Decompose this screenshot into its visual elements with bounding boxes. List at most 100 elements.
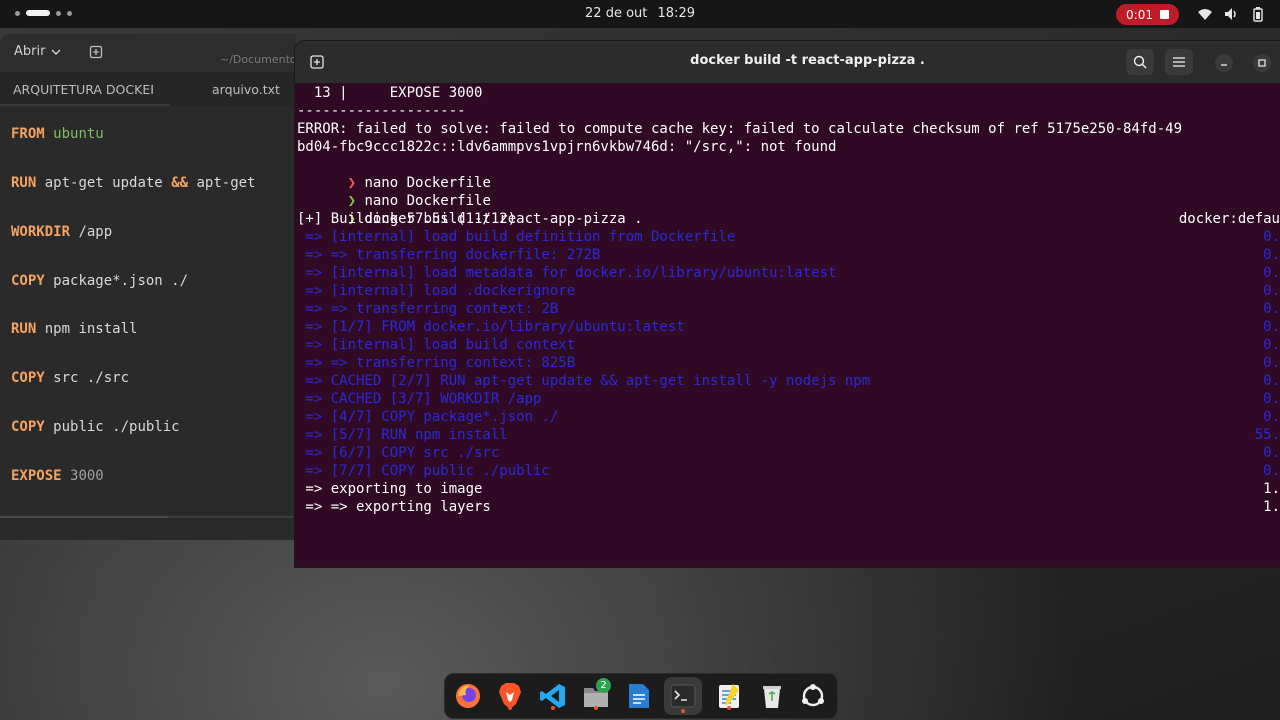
dock-brave[interactable] (494, 680, 526, 712)
build-step: => => transferring dockerfile: 272B (297, 247, 601, 263)
screen-recording-indicator[interactable]: 0:01 (1116, 4, 1179, 25)
stop-recording-icon[interactable] (1159, 10, 1169, 19)
code-line: WORKDIR /app (11, 224, 112, 240)
build-step: => [internal] load metadata for docker.i… (297, 265, 837, 281)
build-step-time: 0. (1263, 337, 1280, 353)
show-apps-icon (802, 684, 824, 707)
scrollbar-thumb[interactable] (0, 516, 168, 518)
running-indicator (681, 709, 685, 713)
menu-button[interactable] (1165, 49, 1193, 75)
dock (444, 673, 838, 719)
dockerfile-arg: src ./src (53, 370, 130, 386)
dockerfile-keyword: COPY (11, 370, 45, 386)
build-step: => [5/7] RUN npm install (297, 427, 508, 443)
dock-show-apps[interactable] (797, 680, 829, 712)
volume-icon[interactable] (1223, 6, 1239, 22)
top-bar: 22 de out 18:29 0:01 (0, 0, 1280, 28)
dockerfile-keyword: WORKDIR (11, 224, 71, 240)
clock-date: 22 de out (585, 6, 648, 21)
build-step: => [6/7] COPY src ./src (297, 445, 500, 461)
dock-trash[interactable] (756, 680, 788, 712)
build-step-time: 0. (1263, 409, 1280, 425)
minimize-button[interactable] (1215, 54, 1233, 72)
terminal-window: docker build -t react-app-pizza . 13 | E… (295, 41, 1280, 567)
terminal-line: -------------------- (297, 103, 466, 119)
dockerfile-arg: npm install (44, 321, 138, 337)
tab-arquivo-txt[interactable]: arquivo.txt (212, 82, 280, 97)
dock-terminal[interactable] (664, 677, 702, 715)
export-step-time: 1. (1263, 499, 1280, 515)
firefox-icon (456, 684, 480, 708)
battery-icon[interactable] (1250, 6, 1266, 22)
error-line: ERROR: failed to solve: failed to comput… (297, 121, 1183, 137)
hamburger-menu-icon (1173, 57, 1185, 67)
dockerfile-keyword: EXPOSE (11, 468, 62, 484)
editor-header-bar: Abrir ~/Documentos (0, 34, 296, 72)
running-indicator (551, 706, 555, 710)
new-document-icon[interactable] (89, 45, 103, 59)
terminal-line: ❯ docker build -t react-app-pizza . (297, 192, 643, 227)
running-indicator (594, 706, 598, 710)
build-driver: docker:defau (1178, 211, 1280, 227)
minimize-icon (1221, 64, 1227, 66)
build-step-time: 0. (1263, 463, 1280, 479)
error-line: bd04-fbc9ccc1822c::ldv6ammpvs1vpjrn6vkbw… (297, 139, 837, 155)
build-step-time: 0. (1263, 229, 1280, 245)
build-step-time: 0. (1263, 373, 1280, 389)
code-line: RUN npm install (11, 321, 137, 337)
running-indicator (508, 706, 512, 710)
build-step-time: 0. (1263, 319, 1280, 335)
build-step: => [7/7] COPY public ./public (297, 463, 550, 479)
build-step: => => transferring context: 2B (297, 301, 559, 317)
build-status-line: [+] Building 57.5s (11/12) (297, 211, 517, 227)
code-line: COPY public ./public (11, 419, 180, 435)
tab-arquitetura-docker[interactable]: ARQUITETURA DOCKER (13, 82, 153, 97)
clock-time: 18:29 (657, 6, 695, 21)
code-line: RUN apt-get update && apt-get (11, 175, 256, 191)
code-line: COPY src ./src (11, 370, 129, 386)
maximize-button[interactable] (1253, 54, 1271, 72)
dockerfile-keyword: COPY (11, 419, 45, 435)
dock-writer[interactable] (623, 680, 655, 712)
document-path: ~/Documentos (220, 53, 296, 66)
dockerfile-arg: public ./public (53, 419, 180, 435)
export-step-time: 1. (1263, 481, 1280, 497)
build-step-time: 55. (1254, 427, 1280, 443)
search-button[interactable] (1126, 49, 1154, 75)
build-step: => [internal] load .dockerignore (297, 283, 576, 299)
terminal-icon (670, 684, 696, 708)
build-step: => CACHED [3/7] WORKDIR /app (297, 391, 542, 407)
dock-firefox[interactable] (452, 680, 484, 712)
code-line: COPY package*.json ./ (11, 273, 188, 289)
open-file-button[interactable]: Abrir (14, 44, 61, 59)
build-step-time: 0. (1263, 391, 1280, 407)
dock-text-editor[interactable] (713, 680, 745, 712)
clock[interactable]: 22 de out 18:29 (0, 6, 1280, 21)
code-line: FROM ubuntu (11, 126, 104, 142)
build-step-time: 0. (1263, 301, 1280, 317)
dockerfile-keyword: RUN (11, 321, 37, 337)
dockerfile-arg: package*.json ./ (53, 273, 189, 289)
dockerfile-arg: ubuntu (53, 126, 104, 142)
dockerfile-operator: && (171, 175, 189, 191)
wifi-icon[interactable] (1197, 6, 1213, 22)
terminal-line: ❯ nano Dockerfile (297, 174, 491, 209)
build-step-time: 0. (1263, 445, 1280, 461)
maximize-icon (1258, 59, 1266, 67)
build-step-time: 0. (1263, 265, 1280, 281)
build-step-time: 0. (1263, 355, 1280, 371)
build-step-time: 0. (1263, 283, 1280, 299)
dockerfile-keyword: COPY (11, 273, 45, 289)
open-label: Abrir (14, 44, 46, 59)
build-step: => [1/7] FROM docker.io/library/ubuntu:l… (297, 319, 685, 335)
dockerfile-keyword: RUN (11, 175, 37, 191)
search-icon (1133, 55, 1147, 69)
text-editor-window: Abrir ~/Documentos ARQUITETURA DOCKER ar… (0, 34, 296, 540)
document-writer-icon (629, 684, 649, 708)
dock-vscode[interactable] (537, 680, 569, 712)
editor-tab-bar: ARQUITETURA DOCKER arquivo.txt (0, 72, 296, 106)
terminal-line: 13 | EXPOSE 3000 (297, 85, 483, 101)
dockerfile-keyword: FROM (11, 126, 45, 142)
dockerfile-arg: apt-get (196, 175, 256, 191)
export-step: => => exporting layers (297, 499, 491, 515)
